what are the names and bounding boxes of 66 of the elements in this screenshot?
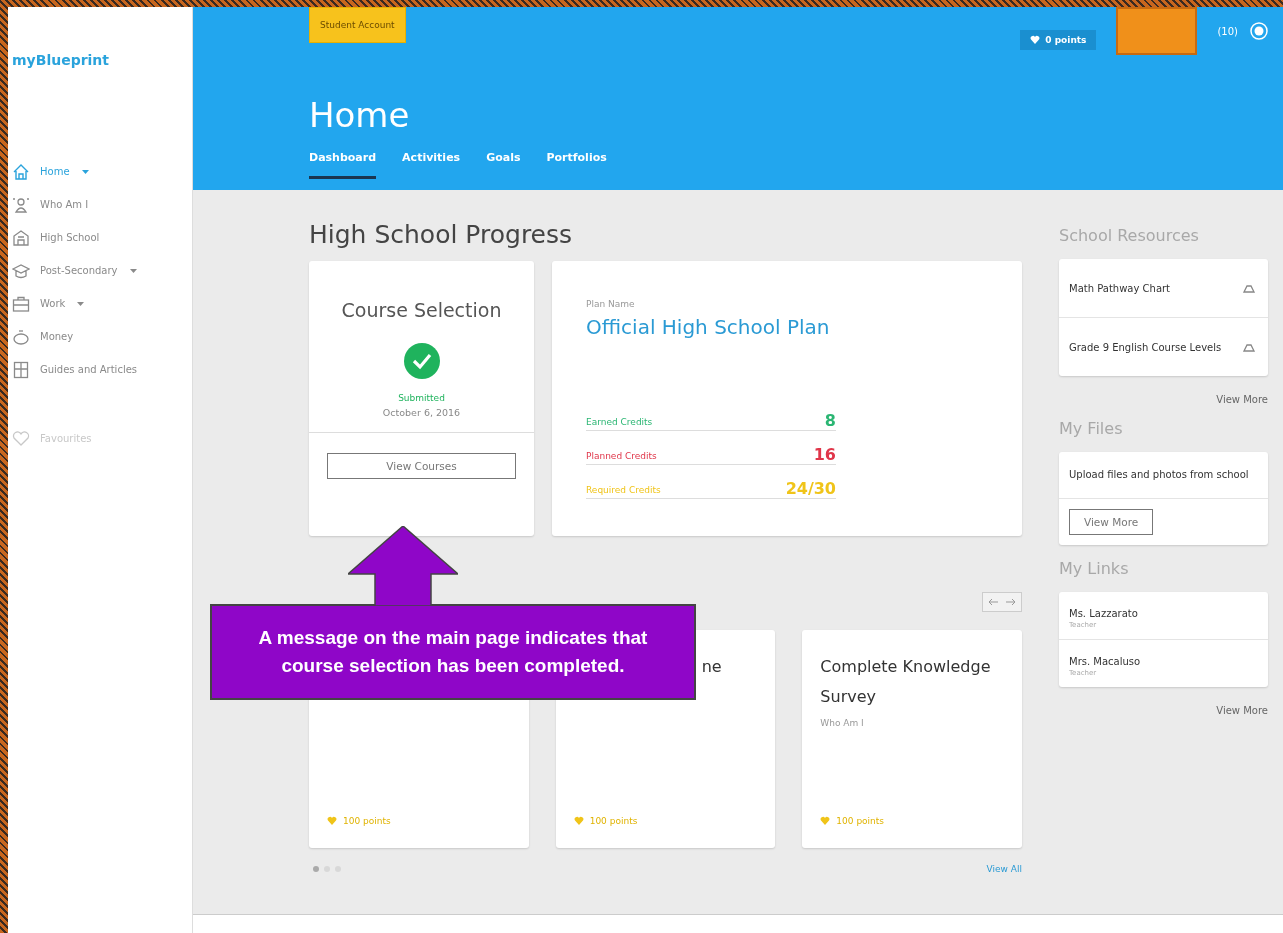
points-label: 100 points xyxy=(836,816,885,826)
sidebar-item[interactable]: Money xyxy=(8,320,192,353)
heart-icon xyxy=(12,429,30,448)
right-arrow-icon xyxy=(1005,597,1016,607)
sidebar-item[interactable]: Guides and Articles xyxy=(8,353,192,386)
user-icon xyxy=(1250,22,1268,40)
credit-label: Required Credits xyxy=(586,485,661,497)
card-title: Complete Knowledge Survey xyxy=(820,656,992,708)
house-icon xyxy=(12,162,30,181)
sidebar-item[interactable]: High School xyxy=(8,221,192,254)
nav-tab[interactable]: Activities xyxy=(402,151,461,179)
nav-tab[interactable]: Dashboard xyxy=(309,151,377,179)
notification-count[interactable]: (10) xyxy=(1217,25,1238,37)
activity-card[interactable]: Complete Knowledge Survey Who Am I 100 points xyxy=(802,630,1022,848)
upload-text: Upload files and photos from school xyxy=(1059,452,1268,499)
section-heading: High School Progress xyxy=(309,220,574,249)
person-icon xyxy=(12,195,30,214)
left-arrow-icon xyxy=(988,597,999,607)
field-label: Plan Name xyxy=(586,299,636,309)
view-all-link[interactable]: View All xyxy=(986,864,1022,874)
heart-icon xyxy=(573,816,584,826)
date-text: October 6, 2016 xyxy=(382,407,461,418)
resource-item[interactable]: Math Pathway Chart xyxy=(1059,259,1268,318)
plan-name-link[interactable]: Official High School Plan xyxy=(586,315,988,339)
credit-label: Earned Credits xyxy=(586,417,653,429)
credit-value: 24/30 xyxy=(785,479,836,498)
nav-tab[interactable]: Goals xyxy=(486,151,521,179)
section-heading: School Resources xyxy=(1059,226,1200,245)
section-heading: My Files xyxy=(1059,419,1124,438)
view-more-button[interactable]: View More xyxy=(1069,509,1154,535)
checkmark-icon xyxy=(403,343,440,379)
heart-icon xyxy=(820,816,831,826)
briefcase-icon xyxy=(12,294,30,313)
account-badge: Student Account xyxy=(309,7,406,43)
points-badge[interactable]: 0 points xyxy=(1020,29,1097,50)
app-logo[interactable]: myBlueprint xyxy=(8,7,192,97)
heart-icon xyxy=(1030,34,1041,45)
contact-name[interactable]: Ms. Lazzarato xyxy=(1069,608,1258,619)
nav-tab[interactable]: Portfolios xyxy=(546,151,607,179)
section-heading: My Links xyxy=(1059,559,1130,578)
view-more-link[interactable]: View More xyxy=(1059,394,1268,405)
resource-item[interactable]: Grade 9 English Course Levels xyxy=(1059,318,1268,376)
points-label: 100 points xyxy=(343,816,391,826)
piggy-bank-icon xyxy=(12,327,30,346)
callout-tooltip: A message on the main page indicates that course selection has been completed. xyxy=(210,604,696,700)
grid-icon xyxy=(12,360,30,379)
pager-dot[interactable] xyxy=(313,866,319,872)
card-title: Course Selection xyxy=(341,299,502,321)
page-title: Home xyxy=(309,95,411,135)
heart-icon xyxy=(327,816,337,826)
sidebar-item[interactable]: Who Am I xyxy=(8,188,192,221)
building-icon xyxy=(12,228,30,247)
status-text: Submitted xyxy=(398,393,445,403)
credit-value: 8 xyxy=(824,411,836,430)
credit-label: Planned Credits xyxy=(586,451,657,463)
credit-value: 16 xyxy=(813,445,836,464)
view-courses-button[interactable]: View Courses xyxy=(327,453,516,479)
card-subtitle: Who Am I xyxy=(820,718,865,728)
carousel-arrows[interactable] xyxy=(982,592,1022,612)
view-more-link[interactable]: View More xyxy=(1059,705,1268,716)
contact-name[interactable]: Mrs. Macaluso xyxy=(1069,656,1258,667)
sidebar-item[interactable]: Post-Secondary xyxy=(8,254,192,287)
card-title: ne xyxy=(701,656,722,678)
sidebar-item[interactable]: Work xyxy=(8,287,192,320)
sidebar-item[interactable]: Home xyxy=(8,155,192,188)
points-label: 100 points xyxy=(589,816,638,826)
